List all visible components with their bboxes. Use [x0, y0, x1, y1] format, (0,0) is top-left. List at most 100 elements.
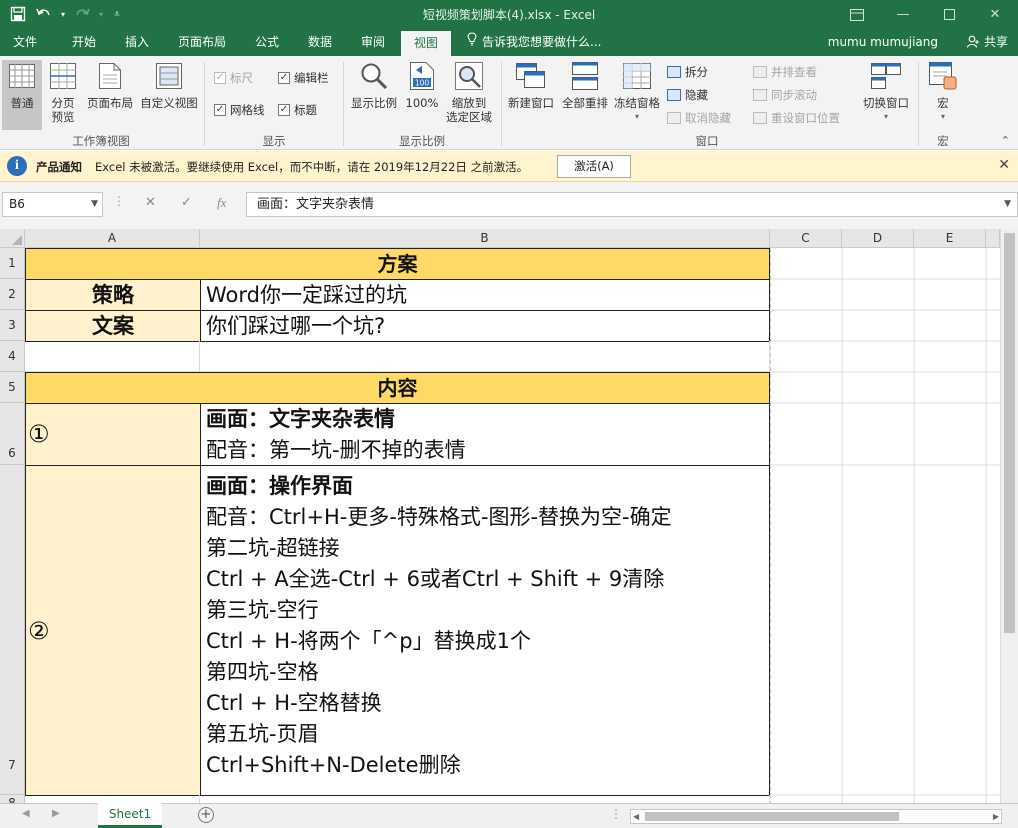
cell-b7-line-6: Ctrl + H-将两个「^p」替换成1个	[206, 629, 531, 653]
row-header-1[interactable]: 1	[0, 248, 25, 279]
column-header-d[interactable]: D	[842, 229, 914, 248]
macros-dropdown-icon: ▾	[940, 112, 945, 121]
formula-bar-checkbox[interactable]: ✓ 编辑栏	[278, 70, 329, 86]
sheet-tab-sheet1[interactable]: Sheet1	[98, 803, 162, 828]
tab-data[interactable]: 数据	[296, 29, 344, 56]
column-header-f-partial[interactable]	[986, 229, 1000, 248]
row-header-4[interactable]: 4	[0, 341, 25, 372]
cell-b3[interactable]: 你们踩过哪一个坑?	[200, 310, 770, 342]
add-sheet-icon[interactable]: +	[198, 807, 214, 823]
view-side-by-side-button[interactable]: 并排查看	[753, 64, 817, 80]
tell-me-box[interactable]: 告诉我您想要做什么...	[466, 29, 606, 56]
row-header-5[interactable]: 5	[0, 372, 25, 403]
share-button[interactable]: 共享	[967, 29, 1008, 56]
column-header-b[interactable]: B	[200, 229, 770, 248]
formula-input[interactable]: 画面：文字夹杂表情 ▼	[246, 192, 1018, 217]
scroll-right-icon[interactable]: ▶	[993, 810, 999, 823]
cell-a5-merged[interactable]: 内容	[25, 372, 770, 404]
tab-view[interactable]: 视图	[401, 31, 451, 56]
ribbon-display-options-icon[interactable]	[834, 0, 880, 29]
tab-page-layout[interactable]: 页面布局	[168, 29, 236, 56]
horizontal-scroll-thumb[interactable]	[645, 812, 899, 821]
select-all-corner[interactable]	[0, 229, 25, 248]
split-button[interactable]: 拆分	[667, 64, 708, 80]
cell-b2[interactable]: Word你一定踩过的坑	[200, 279, 770, 311]
cell-b4[interactable]	[200, 341, 770, 372]
headings-checkbox[interactable]: ✓ 标题	[278, 102, 317, 118]
cell-a8[interactable]	[25, 795, 200, 803]
cell-a6[interactable]: ①	[25, 403, 201, 466]
sync-scroll-button[interactable]: 同步滚动	[753, 87, 817, 103]
tab-insert[interactable]: 插入	[112, 29, 162, 56]
activate-button[interactable]: 激活(A)	[557, 155, 631, 178]
scroll-left-icon[interactable]: ◀	[633, 810, 639, 823]
vertical-scroll-thumb[interactable]	[1004, 233, 1015, 633]
scroll-sheets-left-icon[interactable]: ◀	[22, 808, 30, 819]
name-box[interactable]: B6 ▼	[2, 192, 103, 217]
group-window-label: 窗口	[695, 134, 719, 148]
ruler-checkbox[interactable]: ✓ 标尺	[214, 70, 253, 86]
row-header-2[interactable]: 2	[0, 279, 25, 310]
tab-home[interactable]: 开始	[60, 29, 108, 56]
arrange-all-button[interactable]: 全部重排	[560, 60, 610, 110]
cell-b7[interactable]: 画面：操作界面 配音：Ctrl+H-更多-特殊格式-图形-替换为空-确定 第二坑…	[200, 465, 770, 796]
gridlines-checkbox[interactable]: ✓ 网格线	[214, 102, 265, 118]
collapse-ribbon-icon[interactable]: ⌃	[1001, 134, 1010, 147]
minimize-icon[interactable]: —	[880, 0, 926, 29]
row-header-8[interactable]: 8	[0, 795, 25, 803]
cell-b7-line-2: 配音：Ctrl+H-更多-特殊格式-图形-替换为空-确定	[206, 505, 672, 529]
close-notice-icon[interactable]: ✕	[998, 157, 1010, 173]
formula-bar-label: 编辑栏	[294, 71, 329, 85]
enter-check-icon[interactable]: ✓	[181, 195, 192, 210]
zoom-100-button[interactable]: 100 100%	[404, 60, 440, 110]
macros-button[interactable]: 宏 ▾	[924, 60, 962, 124]
cell-a2[interactable]: 策略	[25, 279, 201, 311]
user-name[interactable]: mumu mumujiang	[828, 29, 938, 56]
insert-function-icon[interactable]: fx	[217, 195, 226, 211]
reset-window-position-button[interactable]: 重设窗口位置	[753, 110, 840, 126]
column-header-e[interactable]: E	[914, 229, 986, 248]
freeze-panes-dropdown-icon: ▾	[634, 112, 639, 121]
cell-a7[interactable]: ②	[25, 465, 201, 796]
page-break-preview-button[interactable]: 分页 预览	[44, 60, 82, 124]
tab-formulas[interactable]: 公式	[244, 29, 290, 56]
cancel-icon[interactable]: ✕	[145, 195, 156, 210]
cell-a4[interactable]	[25, 341, 200, 372]
expand-formula-icon[interactable]: ▼	[1004, 193, 1011, 216]
group-workbook-views-label: 工作簿视图	[72, 134, 130, 148]
vertical-scrollbar[interactable]	[1000, 229, 1018, 803]
row-header-6[interactable]: 6	[0, 403, 25, 465]
custom-views-button[interactable]: 自定义视图	[138, 60, 200, 110]
page-layout-button[interactable]: 页面布局	[84, 60, 136, 110]
freeze-panes-icon	[621, 60, 653, 92]
maximize-icon[interactable]	[926, 0, 972, 29]
scroll-sheets-right-icon[interactable]: ▶	[52, 808, 60, 819]
unhide-label: 取消隐藏	[685, 111, 731, 125]
new-window-button[interactable]: 新建窗口	[504, 60, 558, 110]
row-header-7[interactable]: 7	[0, 465, 25, 795]
cell-b8[interactable]	[200, 795, 770, 803]
name-box-dropdown-icon[interactable]: ▼	[91, 193, 98, 216]
tab-split-handle-icon[interactable]: ⋮	[610, 807, 622, 821]
cell-a1-merged[interactable]: 方案	[25, 248, 770, 280]
hide-button[interactable]: 隐藏	[667, 87, 708, 103]
magnifier-icon	[358, 60, 390, 92]
zoom-button[interactable]: 显示比例	[348, 60, 400, 110]
normal-view-button[interactable]: 普通	[2, 60, 42, 130]
zoom-to-selection-button[interactable]: 缩放到 选定区域	[442, 60, 496, 124]
cell-a3[interactable]: 文案	[25, 310, 201, 342]
unhide-button[interactable]: 取消隐藏	[667, 110, 731, 126]
column-header-a[interactable]: A	[25, 229, 200, 248]
column-header-c[interactable]: C	[770, 229, 842, 248]
tab-review[interactable]: 审阅	[350, 29, 396, 56]
tab-file[interactable]: 文件	[2, 29, 48, 56]
freeze-panes-button[interactable]: 冻结窗格 ▾	[612, 60, 662, 124]
close-icon[interactable]: ✕	[972, 0, 1018, 29]
share-label: 共享	[983, 35, 1008, 49]
empty-cells-grid	[770, 248, 1000, 803]
resize-handle-icon[interactable]: ⋮	[113, 194, 125, 208]
horizontal-scrollbar[interactable]: ◀ ▶	[630, 809, 1002, 824]
row-header-3[interactable]: 3	[0, 310, 25, 341]
cell-b6[interactable]: 画面：文字夹杂表情 配音：第一坑-删不掉的表情	[200, 403, 770, 466]
switch-windows-button[interactable]: 切换窗口 ▾	[858, 60, 914, 124]
